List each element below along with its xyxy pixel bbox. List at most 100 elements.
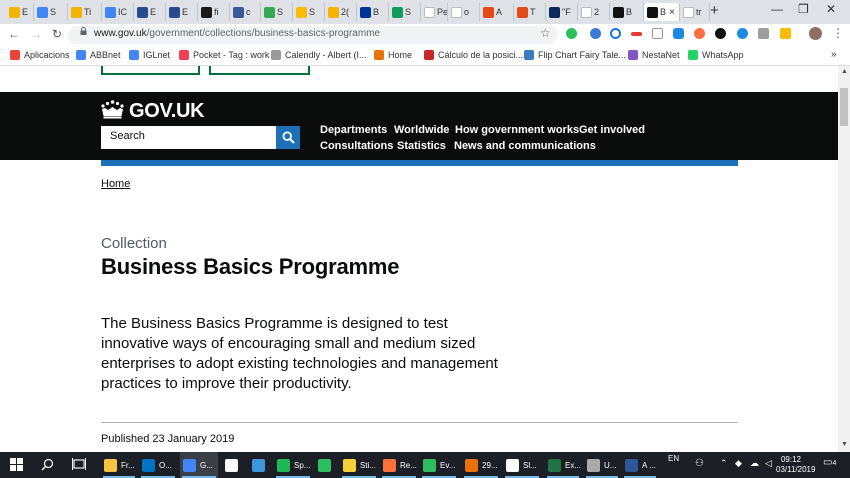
search-button[interactable] [276, 126, 300, 149]
nav-departments[interactable]: Departments [320, 124, 387, 136]
browser-tab[interactable]: S [261, 3, 293, 21]
nav-news-and-communications[interactable]: News and communications [454, 140, 596, 152]
system-clock[interactable]: 09:12 03/11/2019 [776, 455, 815, 475]
new-tab-button[interactable]: + [710, 3, 719, 19]
browser-tab[interactable]: S [34, 3, 68, 21]
scroll-down-arrow-icon[interactable]: ▼ [841, 441, 848, 448]
nav-consultations[interactable]: Consultations [320, 140, 393, 152]
cloud-icon[interactable]: ☁ [750, 458, 759, 469]
extension-icon[interactable] [631, 32, 642, 36]
browser-tab[interactable]: S [293, 3, 325, 21]
profile-avatar[interactable] [809, 27, 822, 40]
browser-tab[interactable]: o [448, 3, 480, 21]
browser-tab[interactable]: 2 [578, 3, 610, 21]
nav-worldwide[interactable]: Worldwide [394, 124, 449, 136]
bookmark-item[interactable]: WhatsApp [688, 50, 744, 60]
bookmark-item[interactable]: NestaNet [628, 50, 680, 60]
search-icon[interactable] [41, 458, 54, 471]
taskbar-app[interactable]: G... [180, 452, 218, 478]
menu-icon[interactable]: ⋮ [832, 26, 844, 40]
bookmark-item[interactable]: Cálculo de la posici... [424, 50, 523, 60]
button-remnant[interactable] [209, 66, 310, 75]
button-remnant[interactable] [101, 66, 200, 75]
taskbar-app[interactable]: Sl... [503, 452, 541, 478]
browser-tab[interactable]: Pesta [421, 3, 448, 21]
browser-tab[interactable]: T [514, 3, 546, 21]
browser-tab[interactable]: Ti [68, 3, 102, 21]
taskbar-app[interactable] [222, 452, 246, 478]
breadcrumb-home[interactable]: Home [101, 178, 130, 190]
taskbar-app[interactable]: A ... [622, 452, 658, 478]
extension-icon[interactable] [652, 28, 663, 39]
windows-start-icon[interactable] [10, 458, 23, 471]
extension-icon[interactable] [737, 28, 748, 39]
forward-button[interactable]: → [30, 27, 42, 41]
reload-button[interactable]: ↻ [52, 27, 62, 41]
taskbar-app[interactable]: Sti... [340, 452, 378, 478]
browser-tab[interactable]: tr [680, 3, 710, 21]
browser-tab[interactable]: B [357, 3, 389, 21]
crown-icon[interactable] [100, 100, 125, 119]
bookmark-item[interactable]: Home [374, 50, 412, 60]
taskbar-app[interactable]: Sp... [274, 452, 312, 478]
taskbar-app[interactable]: Ex... [545, 452, 581, 478]
minimize-button[interactable]: — [771, 2, 783, 16]
browser-tab[interactable]: IC [102, 3, 134, 21]
extension-icon[interactable] [715, 28, 726, 39]
back-button[interactable]: ← [8, 27, 20, 41]
taskbar-app[interactable]: Ev... [420, 452, 458, 478]
bookmark-item[interactable]: ABBnet [76, 50, 121, 60]
extension-icon[interactable] [758, 28, 769, 39]
close-tab-icon[interactable]: × [669, 7, 675, 18]
taskbar-app[interactable]: U... [584, 452, 620, 478]
browser-tab[interactable]: E [166, 3, 198, 21]
bookmark-star-icon[interactable]: ☆ [540, 26, 551, 40]
browser-tab[interactable]: S [389, 3, 421, 21]
language-indicator[interactable]: EN [668, 454, 679, 463]
taskbar-app[interactable] [315, 452, 337, 478]
browser-tab[interactable]: B × [644, 3, 680, 21]
chevron-up-icon[interactable]: ⌃ [720, 458, 728, 469]
scroll-up-arrow-icon[interactable]: ▲ [841, 68, 848, 75]
bookmark-item[interactable]: Flip Chart Fairy Tale... [524, 50, 626, 60]
close-window-button[interactable]: ✕ [826, 2, 836, 16]
evernote-extension-icon[interactable] [566, 28, 577, 39]
lead-line: enterprises to adopt existing technologi… [101, 355, 498, 372]
lock-icon[interactable] [80, 27, 87, 35]
taskbar-app[interactable]: Fr... [101, 452, 137, 478]
browser-tab[interactable]: fi [198, 3, 230, 21]
dropbox-icon[interactable]: ◆ [735, 458, 742, 469]
extension-icon[interactable] [694, 28, 705, 39]
taskbar-app[interactable]: 29... [462, 452, 500, 478]
bookmarks-overflow-button[interactable]: » [831, 49, 837, 60]
taskbar-app[interactable]: Re... [380, 452, 418, 478]
bookmark-item[interactable]: Calendly - Albert (I... [271, 50, 367, 60]
volume-icon[interactable]: ◁ [765, 458, 772, 469]
browser-tab[interactable]: E [134, 3, 166, 21]
bookmark-item[interactable]: IGLnet [129, 50, 170, 60]
scrollbar-thumb[interactable] [840, 88, 848, 126]
notifications-icon[interactable]: ▭4 [823, 457, 836, 468]
browser-tab[interactable]: A [480, 3, 514, 21]
browser-tab[interactable]: c [230, 3, 261, 21]
extension-icon[interactable] [590, 28, 601, 39]
nav-get-involved[interactable]: Get involved [579, 124, 645, 136]
browser-tab[interactable]: 2( [325, 3, 357, 21]
extension-icon[interactable] [673, 28, 684, 39]
url-text[interactable]: www.gov.uk/government/collections/busine… [94, 28, 380, 39]
restore-button[interactable]: ❐ [798, 2, 809, 16]
extension-icon[interactable] [780, 28, 791, 39]
bookmark-item[interactable]: Pocket - Tag : work [179, 50, 269, 60]
govuk-logo-text[interactable]: GOV.UK [129, 100, 205, 123]
browser-tab[interactable]: "F [546, 3, 578, 21]
task-view-icon[interactable] [72, 458, 86, 471]
browser-tab[interactable]: B [610, 3, 644, 21]
nav-how-government-works[interactable]: How government works [455, 124, 579, 136]
taskbar-app[interactable]: O... [139, 452, 177, 478]
bookmark-item[interactable]: Aplicacions [10, 50, 70, 60]
taskbar-app[interactable] [249, 452, 271, 478]
people-icon[interactable]: ⚇ [695, 458, 704, 469]
extension-icon[interactable] [610, 28, 621, 39]
nav-statistics[interactable]: Statistics [397, 140, 446, 152]
browser-tab[interactable]: E [6, 3, 34, 21]
